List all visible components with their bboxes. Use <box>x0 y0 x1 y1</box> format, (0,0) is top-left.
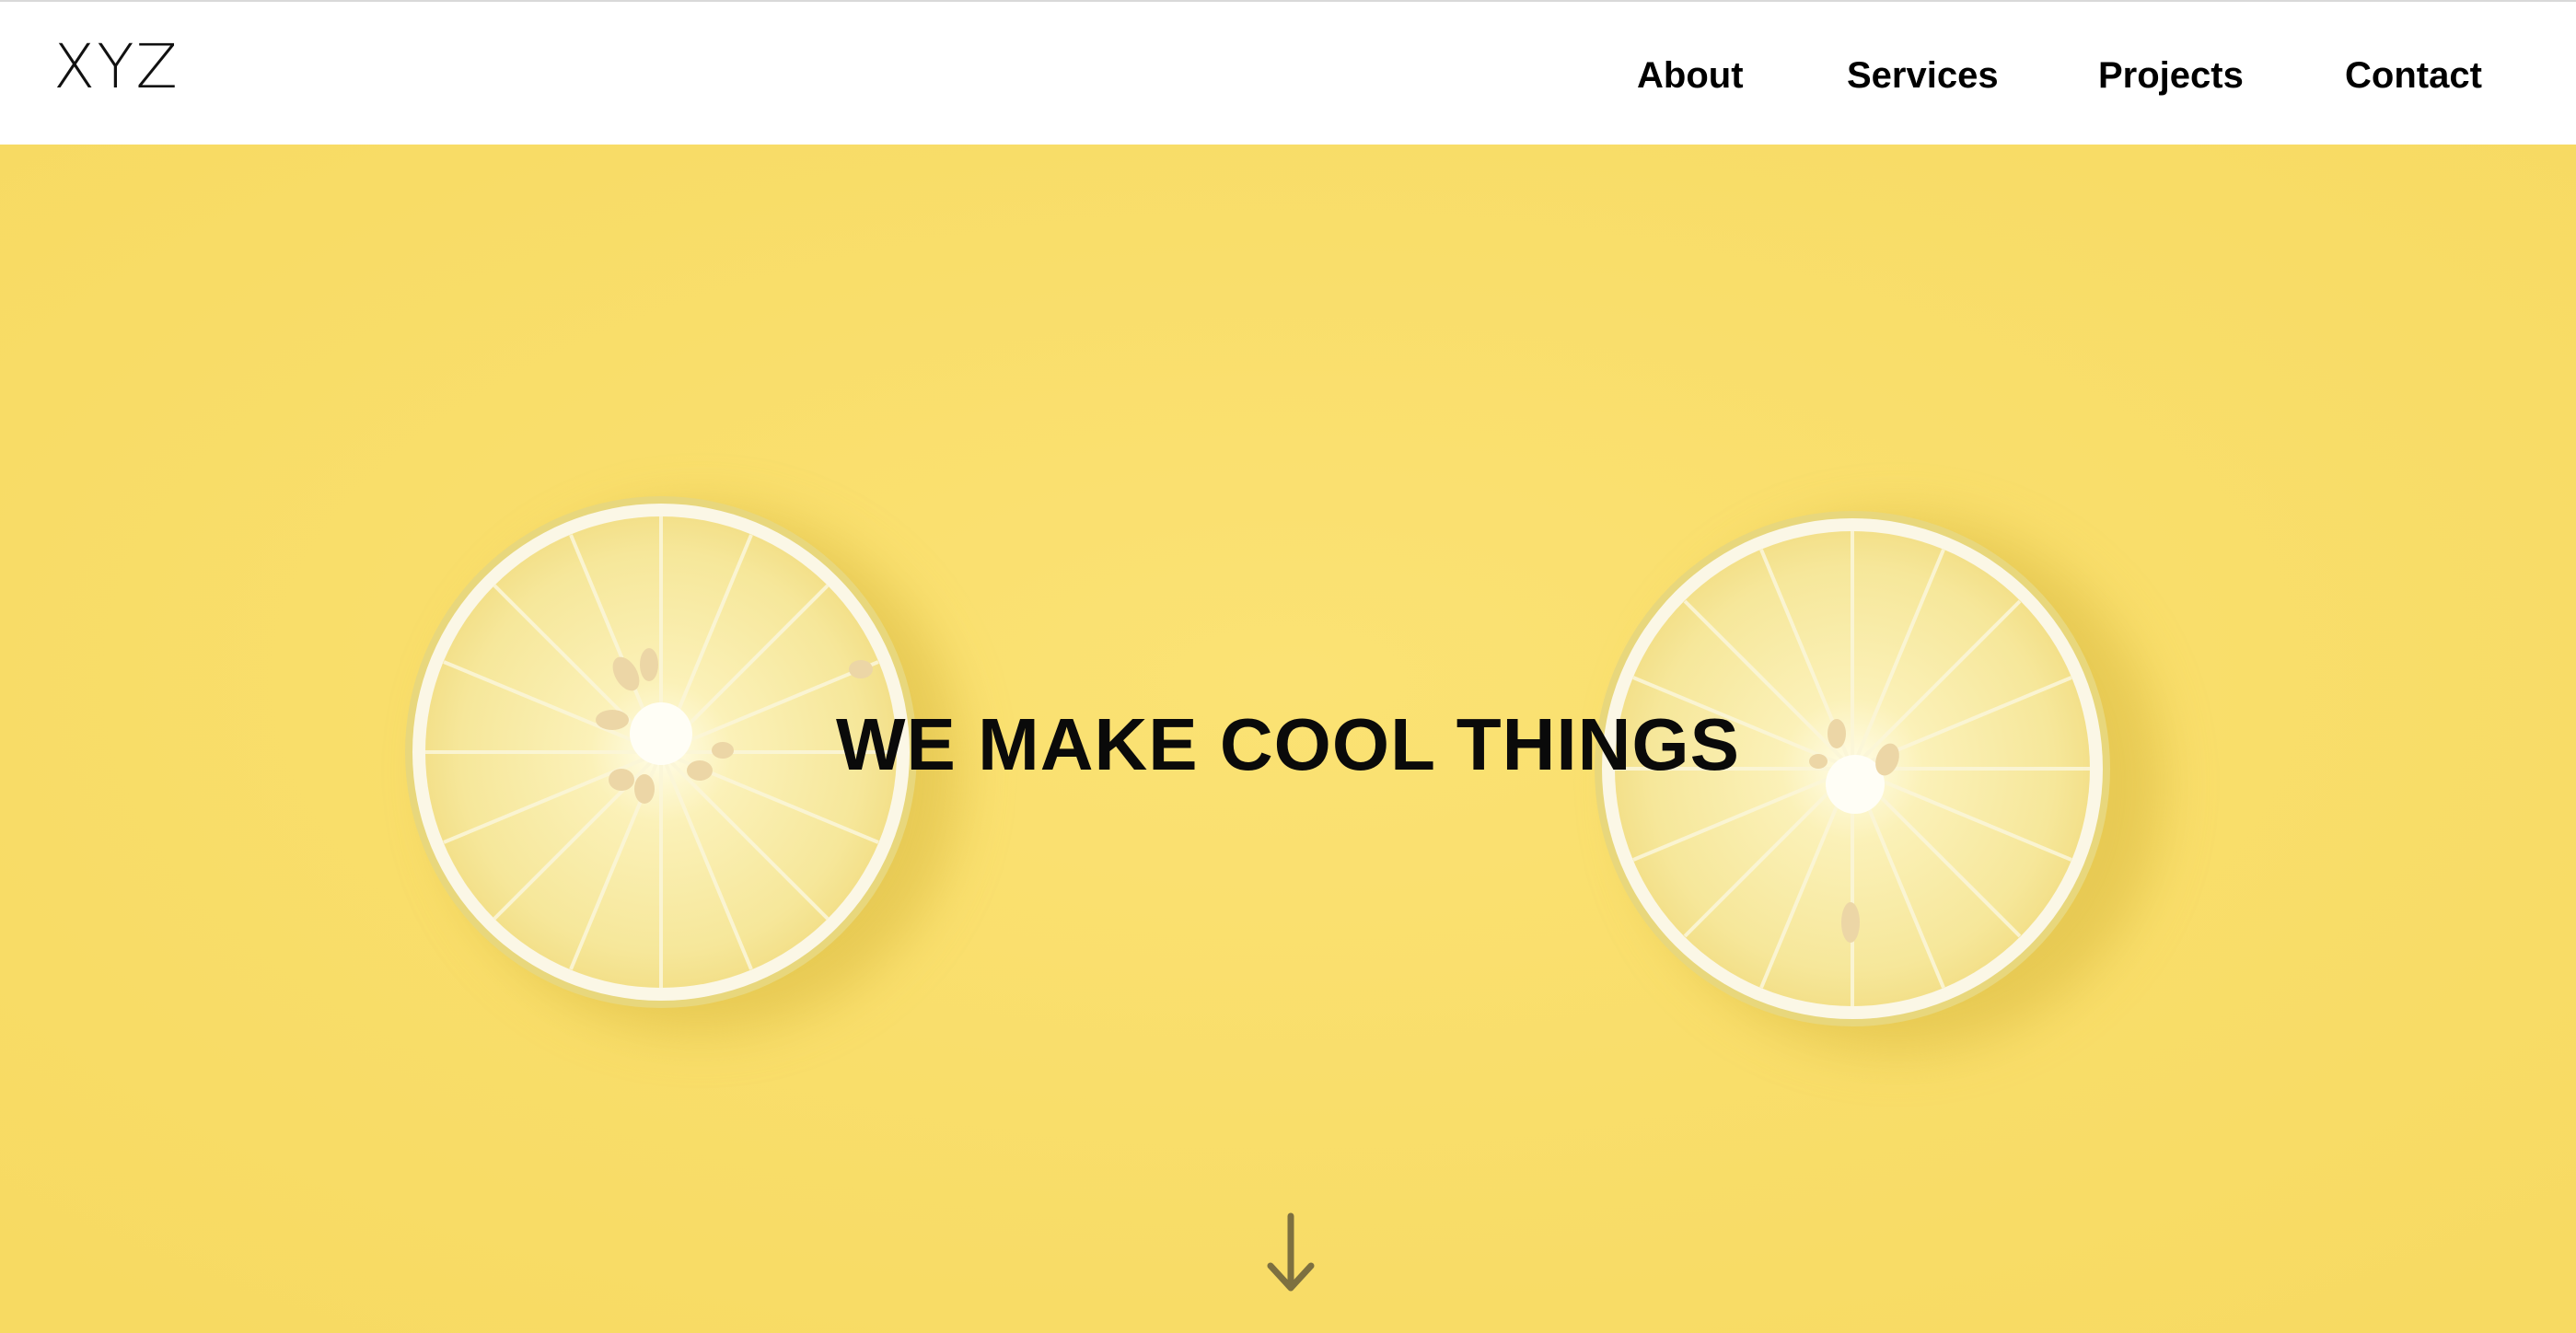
nav-projects-link[interactable]: Projects <box>2098 52 2244 99</box>
page: XYZ About Services Projects Contact WE M… <box>0 0 2576 1333</box>
arrow-down-icon[interactable] <box>1263 1212 1318 1295</box>
nav-services-link[interactable]: Services <box>1847 52 1999 99</box>
nav-contact-link[interactable]: Contact <box>2345 52 2482 99</box>
hero-section: WE MAKE COOL THINGS <box>0 145 2576 1333</box>
main-nav: About Services Projects Contact <box>0 52 2576 99</box>
hero-title: WE MAKE COOL THINGS <box>836 703 1740 785</box>
nav-about-link[interactable]: About <box>1637 52 1744 99</box>
site-header: XYZ About Services Projects Contact <box>0 0 2576 145</box>
